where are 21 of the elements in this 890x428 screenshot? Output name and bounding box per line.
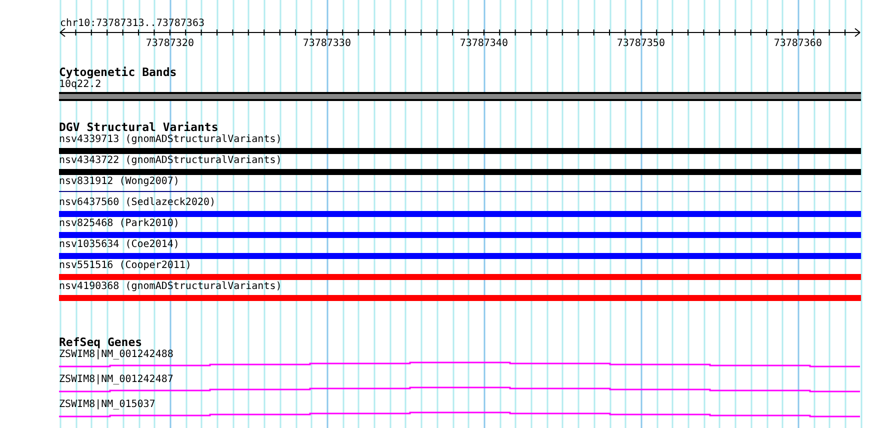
coordinate-range: chr10:73787313..73787363 [60, 18, 204, 29]
track-title: DGV Structural Variants [59, 121, 218, 134]
tick-label: 73787340 [460, 38, 508, 49]
tick-label: 73787320 [146, 38, 194, 49]
tick-label: 73787330 [302, 38, 351, 49]
variant-label: nsv4339713 (gnomADStructuralVariants) [59, 134, 282, 146]
tick-label: 73787350 [616, 38, 665, 49]
tick-label: 73787360 [774, 38, 822, 49]
gene-label: ZSWIM8|NM_015037 [59, 399, 156, 411]
variant-label: nsv4190368 (gnomADStructuralVariants) [59, 281, 282, 293]
track-title: RefSeq Genes [59, 336, 142, 349]
band-label: 10q22.2 [59, 79, 102, 91]
gene-label: ZSWIM8|NM_001242487 [59, 374, 174, 386]
gene-label: ZSWIM8|NM_001242488 [59, 349, 174, 361]
variant-label: nsv551516 (Cooper2011) [59, 260, 192, 272]
variant-label: nsv6437560 (Sedlazeck2020) [59, 197, 216, 209]
variant-label: nsv831912 (Wong2007) [59, 176, 180, 188]
variant-label: nsv825468 (Park2010) [59, 218, 180, 230]
variant-label: nsv4343722 (gnomADStructuralVariants) [59, 155, 282, 167]
variant-label: nsv1035634 (Coe2014) [59, 239, 180, 251]
track-title: Cytogenetic Bands [59, 66, 177, 79]
